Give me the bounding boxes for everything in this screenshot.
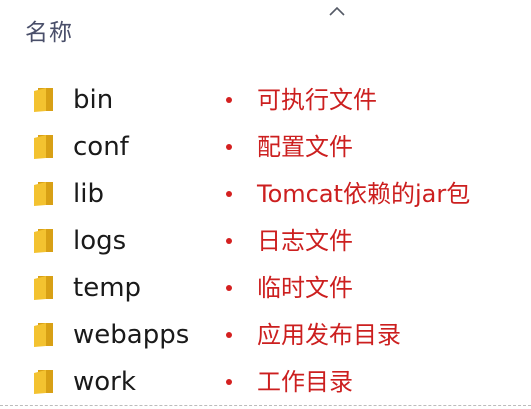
folder-icon [34, 370, 53, 394]
bullet-marker [226, 332, 232, 338]
folder-description: 临时文件 [257, 274, 353, 302]
folder-row-conf[interactable]: conf 配置文件 [0, 124, 531, 171]
folder-name[interactable]: conf [73, 129, 129, 165]
bullet-marker [226, 191, 232, 197]
folder-row-temp[interactable]: temp 临时文件 [0, 265, 531, 312]
chevron-up-icon[interactable] [326, 4, 348, 18]
folder-row-logs[interactable]: logs 日志文件 [0, 218, 531, 265]
folder-icon [34, 229, 53, 253]
folder-row-bin[interactable]: bin 可执行文件 [0, 77, 531, 124]
folder-description: Tomcat依赖的jar包 [257, 180, 471, 208]
folder-icon [34, 135, 53, 159]
folder-icon [34, 276, 53, 300]
bullet-marker [226, 238, 232, 244]
bullet-marker [226, 144, 232, 150]
bullet-marker [226, 379, 232, 385]
folder-name[interactable]: logs [73, 223, 126, 259]
folder-description: 日志文件 [257, 227, 353, 255]
folder-name[interactable]: webapps [73, 317, 189, 353]
folder-icon [34, 182, 53, 206]
folder-icon [34, 323, 53, 347]
column-header-name[interactable]: 名称 [25, 18, 73, 48]
bottom-divider [0, 405, 531, 406]
folder-row-lib[interactable]: lib Tomcat依赖的jar包 [0, 171, 531, 218]
folder-row-webapps[interactable]: webapps 应用发布目录 [0, 312, 531, 359]
folder-description: 配置文件 [257, 133, 353, 161]
folder-name[interactable]: lib [73, 176, 104, 212]
folder-description: 工作目录 [257, 368, 353, 396]
folder-description: 应用发布目录 [257, 321, 401, 349]
folder-name[interactable]: work [73, 364, 136, 400]
folder-row-work[interactable]: work 工作目录 [0, 359, 531, 406]
folder-icon [34, 88, 53, 112]
folder-description: 可执行文件 [257, 86, 377, 114]
bullet-marker [226, 285, 232, 291]
folder-name[interactable]: bin [73, 82, 113, 118]
file-list: bin 可执行文件 conf 配置文件 lib Tomcat依赖的jar包 lo… [0, 77, 531, 406]
folder-name[interactable]: temp [73, 270, 141, 306]
bullet-marker [226, 97, 232, 103]
